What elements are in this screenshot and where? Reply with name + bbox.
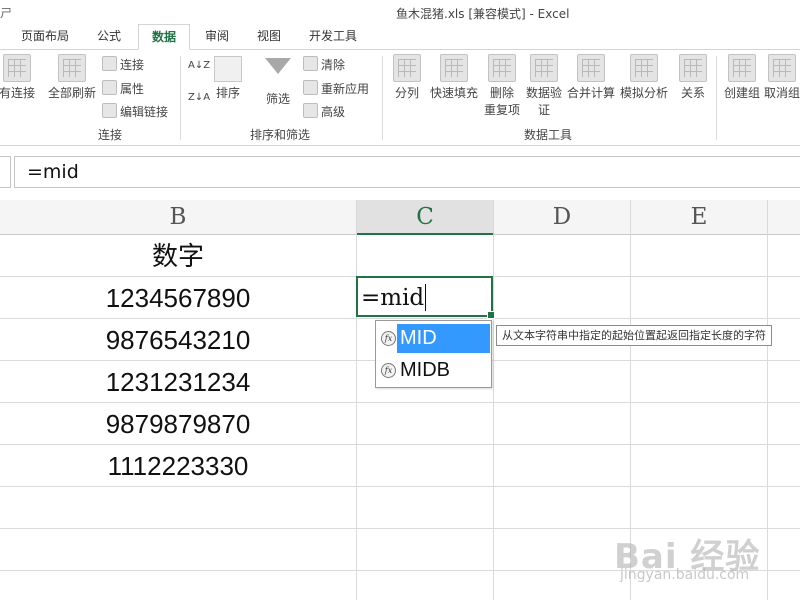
cell-b-value[interactable]: 1234567890 — [0, 277, 356, 319]
text-caret — [425, 284, 426, 311]
column-header-b[interactable]: B — [0, 200, 357, 235]
title-bar: ㄕ 鱼木混猪.xls [兼容模式] - Excel — [0, 0, 800, 24]
quick-access-fragment[interactable]: ㄕ — [0, 4, 12, 21]
column-header-e[interactable]: E — [631, 200, 768, 235]
tab-formulas[interactable]: 公式 — [86, 24, 132, 48]
remove-duplicates-button[interactable]: 删除 重复项 — [482, 54, 522, 118]
group-separator — [716, 56, 717, 140]
autocomplete-item-midb[interactable]: fx MIDB — [377, 355, 490, 385]
edit-links-button[interactable]: 编辑链接 — [102, 103, 168, 120]
fill-handle[interactable] — [487, 311, 495, 319]
advanced-filter-button[interactable]: 高级 — [303, 103, 345, 120]
name-box[interactable] — [0, 156, 11, 188]
relationships-icon — [679, 54, 707, 82]
column-header-d[interactable]: D — [494, 200, 631, 235]
existing-connections-icon — [3, 54, 31, 82]
formula-input[interactable]: =mid — [14, 156, 800, 188]
group-label-data-tools: 数据工具 — [524, 128, 573, 142]
function-tooltip: 从文本字符串中指定的起始位置起返回指定长度的字符 — [496, 325, 772, 346]
function-icon: fx — [381, 363, 396, 378]
existing-connections-button[interactable]: 有连接 — [0, 54, 36, 101]
function-icon: fx — [381, 331, 396, 346]
active-cell-text: =mid — [361, 285, 425, 311]
consolidate-button[interactable]: 合并计算 — [566, 54, 616, 101]
column-gridline — [493, 234, 494, 600]
ribbon: 有连接 全部刷新 连接 属性 编辑链接 连接 A↓Z Z↓A 排序 筛选 清除 … — [0, 50, 800, 146]
watermark-url: jingyan.baidu.com — [620, 567, 750, 583]
autocomplete-item-mid[interactable]: fx MID — [377, 323, 490, 353]
properties-icon — [102, 80, 117, 95]
properties-button[interactable]: 属性 — [102, 80, 144, 97]
ungroup-button[interactable]: 取消组 — [764, 54, 800, 101]
sort-button[interactable]: 排序 — [210, 56, 246, 101]
function-autocomplete: fx MID fx MIDB — [375, 320, 492, 388]
text-to-columns-button[interactable]: 分列 — [390, 54, 424, 101]
column-header-f[interactable] — [768, 200, 800, 235]
sort-descending-button[interactable]: Z↓A — [188, 92, 210, 103]
group-label-sort-filter: 排序和筛选 — [250, 128, 311, 142]
connections-icon — [102, 56, 117, 71]
cell-b-value[interactable]: 9876543210 — [0, 319, 356, 361]
watermark: Bai 经验 jingyan.baidu.com — [612, 515, 800, 600]
tab-view[interactable]: 视图 — [246, 24, 292, 48]
flash-fill-button[interactable]: 快速填充 — [428, 54, 480, 101]
data-validation-icon — [530, 54, 558, 82]
connections-button[interactable]: 连接 — [102, 56, 144, 73]
sort-ascending-button[interactable]: A↓Z — [188, 60, 210, 71]
column-header-c[interactable]: C — [357, 200, 494, 235]
group-separator — [180, 56, 181, 140]
remove-duplicates-icon — [488, 54, 516, 82]
group-label-connections: 连接 — [98, 128, 123, 142]
what-if-analysis-icon — [630, 54, 658, 82]
formula-text: =mid — [27, 161, 79, 183]
what-if-analysis-button[interactable]: 模拟分析 — [618, 54, 670, 101]
data-validation-button[interactable]: 数据验 证 — [524, 54, 564, 118]
relationships-button[interactable]: 关系 — [676, 54, 710, 101]
group-button[interactable]: 创建组 — [722, 54, 762, 101]
tab-review[interactable]: 审阅 — [194, 24, 240, 48]
clear-filter-button[interactable]: 清除 — [303, 56, 345, 73]
reapply-icon — [303, 80, 318, 95]
clear-filter-icon — [303, 56, 318, 71]
group-separator — [382, 56, 383, 140]
refresh-icon — [58, 54, 86, 82]
flash-fill-icon — [440, 54, 468, 82]
cell-b-header[interactable]: 数字 — [0, 235, 356, 277]
consolidate-icon — [577, 54, 605, 82]
tab-data[interactable]: 数据 — [138, 24, 190, 50]
group-icon — [728, 54, 756, 82]
text-to-columns-icon — [393, 54, 421, 82]
filter-button[interactable]: 筛选 — [260, 56, 296, 107]
sort-icon — [214, 56, 242, 82]
edit-links-icon — [102, 103, 117, 118]
ungroup-icon — [768, 54, 796, 82]
window-title: 鱼木混猪.xls [兼容模式] - Excel — [396, 7, 570, 21]
active-cell-editor[interactable]: =mid — [356, 276, 495, 319]
cell-b-value[interactable]: 1231231234 — [0, 361, 356, 403]
funnel-icon — [265, 58, 291, 74]
refresh-all-button[interactable]: 全部刷新 — [46, 54, 98, 101]
tab-page-layout[interactable]: 页面布局 — [12, 24, 78, 48]
formula-bar: =mid — [0, 152, 800, 190]
advanced-filter-icon — [303, 103, 318, 118]
reapply-button[interactable]: 重新应用 — [303, 80, 369, 97]
cell-b-value[interactable]: 9879879870 — [0, 403, 356, 445]
tab-developer[interactable]: 开发工具 — [300, 24, 366, 48]
cell-b-value[interactable]: 1112223330 — [0, 445, 356, 487]
ribbon-tabs: 页面布局 公式 数据 审阅 视图 开发工具 — [0, 24, 800, 50]
